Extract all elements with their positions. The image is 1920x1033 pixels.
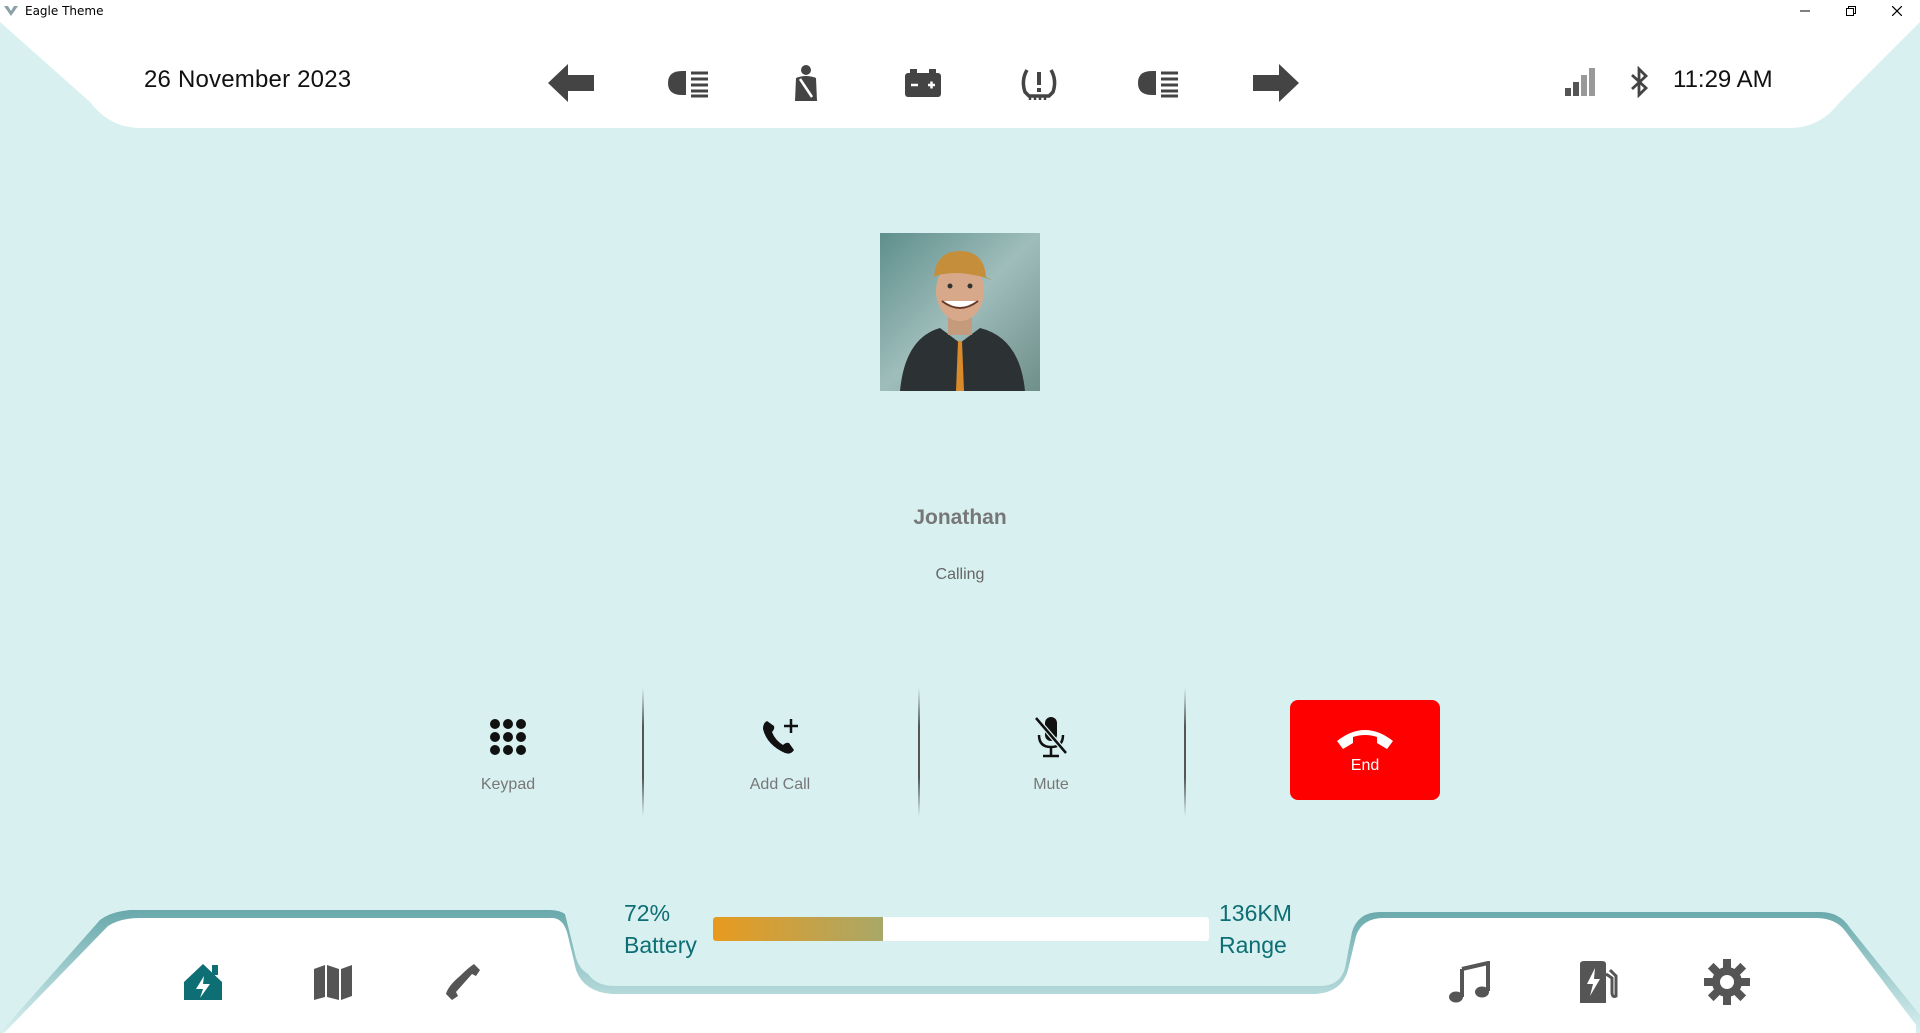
left-turn-arrow-icon bbox=[543, 59, 599, 107]
mute-button[interactable]: Mute bbox=[961, 700, 1141, 820]
music-icon bbox=[1449, 961, 1490, 1003]
action-divider bbox=[642, 688, 644, 816]
date-display: 26 November 2023 bbox=[144, 66, 352, 93]
fog-light-icon bbox=[1129, 59, 1185, 107]
charging-button[interactable] bbox=[1570, 954, 1626, 1010]
seatbelt-icon bbox=[778, 59, 834, 107]
add-call-button[interactable]: Add Call bbox=[690, 700, 870, 820]
signal-strength-icon bbox=[1562, 62, 1598, 102]
phone-button[interactable] bbox=[434, 954, 490, 1010]
caller-name: Jonathan bbox=[913, 506, 1007, 529]
battery-warning-icon bbox=[895, 59, 951, 107]
battery-percent: 72% bbox=[624, 900, 671, 926]
battery-bar-fill bbox=[713, 917, 883, 941]
music-button[interactable] bbox=[1441, 954, 1497, 1010]
phone-icon bbox=[446, 964, 480, 1000]
minimize-icon bbox=[1800, 10, 1810, 12]
window-title: Eagle Theme bbox=[25, 4, 104, 18]
settings-button[interactable] bbox=[1699, 954, 1755, 1010]
close-button[interactable] bbox=[1874, 0, 1920, 22]
top-status-bar: 26 November 2023 11:29 AM bbox=[0, 22, 1920, 130]
add-call-label: Add Call bbox=[749, 776, 811, 793]
end-call-label: End bbox=[1350, 757, 1380, 774]
home-button[interactable] bbox=[175, 954, 231, 1010]
settings-icon bbox=[1704, 959, 1750, 1005]
battery-label: Battery bbox=[624, 932, 697, 958]
range-label: Range bbox=[1219, 932, 1287, 958]
restore-icon bbox=[1846, 6, 1856, 16]
mute-label: Mute bbox=[1033, 776, 1069, 793]
add-call-icon bbox=[755, 712, 805, 762]
caller-avatar bbox=[880, 233, 1040, 391]
right-turn-arrow-icon bbox=[1248, 59, 1304, 107]
action-divider bbox=[1184, 688, 1186, 816]
bottom-dock: 72% Battery 136KM Range bbox=[0, 900, 1920, 1033]
restore-button[interactable] bbox=[1828, 0, 1874, 22]
keypad-button[interactable]: Keypad bbox=[418, 700, 598, 820]
clock-display: 11:29 AM bbox=[1673, 66, 1773, 93]
keypad-label: Keypad bbox=[480, 776, 536, 793]
battery-bar bbox=[713, 917, 1209, 941]
window-controls bbox=[1782, 0, 1920, 22]
keypad-icon bbox=[483, 712, 533, 762]
end-call-button[interactable]: End bbox=[1290, 700, 1440, 800]
map-icon bbox=[314, 965, 352, 1000]
bluetooth-icon[interactable] bbox=[1622, 62, 1658, 102]
charging-station-icon bbox=[1580, 961, 1618, 1003]
low-beam-icon bbox=[659, 59, 715, 107]
home-icon bbox=[184, 964, 222, 1000]
call-status: Calling bbox=[935, 566, 985, 583]
close-icon bbox=[1892, 6, 1902, 16]
hang-up-icon bbox=[1337, 730, 1393, 749]
tire-pressure-icon bbox=[1011, 59, 1067, 107]
app-logo-icon bbox=[4, 6, 18, 16]
minimize-button[interactable] bbox=[1782, 0, 1828, 22]
action-divider bbox=[918, 688, 920, 816]
window-title-bar: Eagle Theme bbox=[0, 0, 1920, 22]
range-value: 136KM bbox=[1219, 900, 1292, 926]
microphone-mute-icon bbox=[1026, 712, 1076, 762]
map-button[interactable] bbox=[305, 954, 361, 1010]
